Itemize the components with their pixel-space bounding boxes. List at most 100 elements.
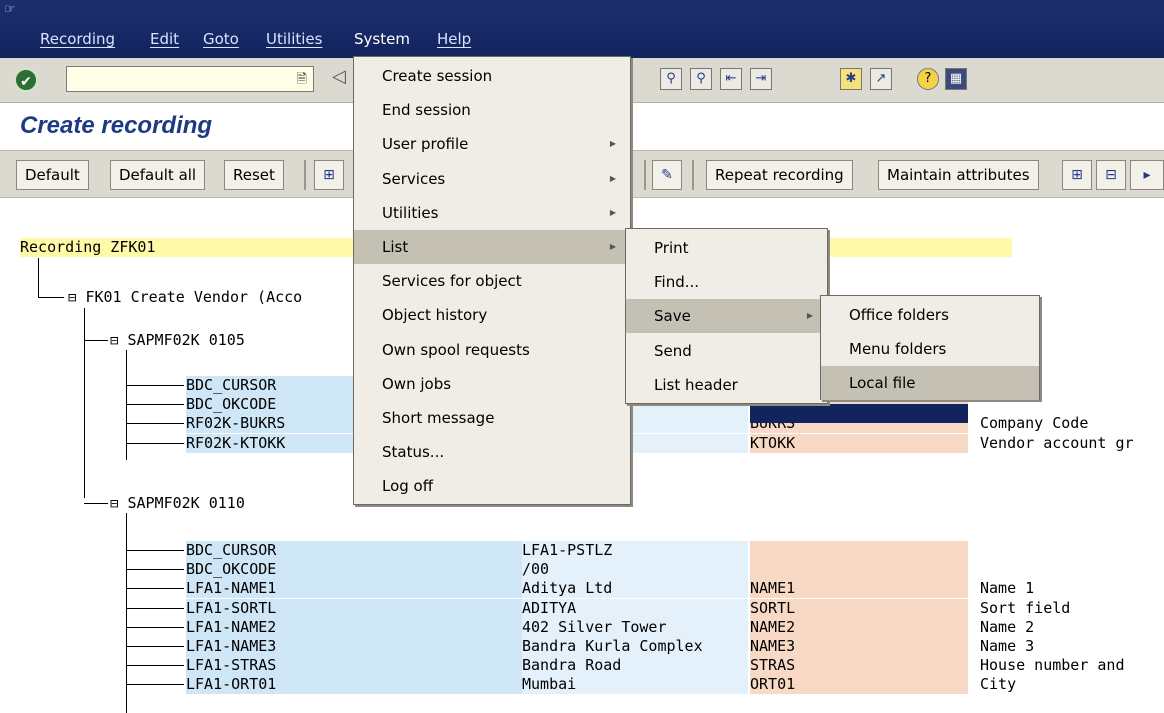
field-name: BDC_CURSOR bbox=[186, 541, 522, 560]
menu-item-label: Log off bbox=[382, 477, 434, 496]
expand-icon[interactable]: ⊞ bbox=[1062, 160, 1092, 190]
menu-item-short-message[interactable]: Short message bbox=[354, 401, 630, 435]
tree-line bbox=[126, 423, 184, 425]
field-name: LFA1-NAME1 bbox=[186, 579, 522, 599]
field-value[interactable]: LFA1-PSTLZ bbox=[522, 541, 748, 560]
submenu-arrow-icon: ▶ bbox=[609, 139, 616, 149]
field-key: STRAS bbox=[750, 656, 968, 676]
menu-item-list-header[interactable]: List header bbox=[626, 368, 827, 402]
shortcut-icon[interactable]: ↗ bbox=[870, 68, 892, 90]
menu-utilities[interactable]: Utilities bbox=[266, 30, 322, 48]
enter-icon[interactable]: ✔ bbox=[14, 68, 38, 92]
default-all-button[interactable]: Default all bbox=[110, 160, 206, 190]
menu-item-office-folders[interactable]: Office folders bbox=[821, 298, 1039, 332]
new-session-icon[interactable]: ✱ bbox=[840, 68, 862, 90]
field-key: NAME2 bbox=[750, 617, 968, 637]
first-page-icon[interactable]: ⇤ bbox=[720, 68, 742, 90]
menu-goto[interactable]: Goto bbox=[203, 30, 239, 48]
menu-system[interactable]: System bbox=[354, 30, 410, 48]
menu-item-label: End session bbox=[382, 101, 471, 120]
default-button[interactable]: Default bbox=[16, 160, 89, 190]
menu-item-label: Services for object bbox=[382, 272, 522, 291]
save-icon[interactable]: 🗎 bbox=[297, 70, 307, 92]
last-page-icon[interactable]: ⇥ bbox=[750, 68, 772, 90]
field-value[interactable]: Mumbai bbox=[522, 675, 748, 695]
field-value[interactable]: Bandra Kurla Complex bbox=[522, 637, 748, 656]
menu-item-label: Object history bbox=[382, 306, 488, 325]
field-value[interactable]: ADITYA bbox=[522, 598, 748, 618]
menu-edit[interactable]: Edit bbox=[150, 30, 179, 48]
screen-node[interactable]: ⊟ SAPMF02K 0110 bbox=[110, 494, 245, 513]
selected-cell bbox=[750, 404, 968, 423]
menu-item-end-session[interactable]: End session bbox=[354, 93, 630, 127]
command-field[interactable]: 🗎 bbox=[66, 66, 314, 92]
layout-icon[interactable]: ▦ bbox=[945, 68, 967, 90]
tree-line bbox=[126, 626, 184, 628]
menu-item-label: Short message bbox=[382, 409, 495, 427]
menu-item-save[interactable]: Save ▶ bbox=[626, 299, 827, 334]
field-value[interactable]: /00 bbox=[522, 560, 748, 580]
menu-item-log-off[interactable]: Log off bbox=[354, 469, 630, 503]
field-description: Company Code bbox=[980, 414, 1089, 433]
tree-line bbox=[126, 385, 184, 386]
system-menu-icon[interactable]: ☞ bbox=[4, 2, 20, 18]
folder-open-icon: ⊟ bbox=[110, 333, 119, 349]
back-icon[interactable]: ◁ bbox=[332, 66, 346, 87]
menu-item-send[interactable]: Send bbox=[626, 334, 827, 368]
field-key: NAME1 bbox=[750, 579, 968, 599]
menu-item-label: Services bbox=[382, 169, 446, 188]
field-name: LFA1-ORT01 bbox=[186, 675, 522, 695]
repeat-recording-button[interactable]: Repeat recording bbox=[706, 160, 853, 190]
transaction-label: FK01 Create Vendor (Acco bbox=[85, 288, 303, 306]
submenu-arrow-icon: ▶ bbox=[806, 311, 813, 321]
menu-bar: ☞ Recording Edit Goto Utilities System H… bbox=[0, 0, 1164, 58]
menu-recording[interactable]: Recording bbox=[40, 30, 115, 48]
menu-item-own-jobs[interactable]: Own jobs bbox=[354, 367, 630, 401]
tree-line bbox=[126, 607, 184, 609]
field-value[interactable]: Bandra Road bbox=[522, 656, 748, 676]
help-icon[interactable]: ? bbox=[917, 68, 939, 90]
menu-item-object-history[interactable]: Object history bbox=[354, 298, 630, 332]
menu-item-print[interactable]: Print bbox=[626, 231, 827, 265]
tree-line bbox=[38, 258, 39, 298]
menu-item-label: Utilities bbox=[382, 203, 439, 222]
field-description: Name 3 bbox=[980, 637, 1035, 655]
tree-line bbox=[126, 684, 184, 686]
system-menu: Create session End session User profile ▶ Se… bbox=[353, 56, 631, 505]
edit-icon[interactable]: ✎ bbox=[652, 160, 682, 190]
field-key: NAME3 bbox=[750, 637, 968, 656]
field-value[interactable]: 402 Silver Tower bbox=[522, 617, 748, 637]
tree-line bbox=[126, 442, 184, 444]
reset-button[interactable]: Reset bbox=[224, 160, 284, 190]
field-description: House number and bbox=[980, 656, 1125, 675]
more-icon[interactable]: ▸ bbox=[1130, 160, 1164, 190]
transaction-node[interactable]: ⊟ FK01 Create Vendor (Acco bbox=[68, 288, 302, 307]
menu-item-find[interactable]: Find... bbox=[626, 265, 827, 299]
menu-item-local-file[interactable]: Local file bbox=[821, 366, 1039, 401]
menu-item-label: Office folders bbox=[849, 306, 949, 324]
menu-item-services[interactable]: Services ▶ bbox=[354, 162, 630, 196]
tree-line bbox=[84, 503, 108, 504]
menu-item-status[interactable]: Status... bbox=[354, 435, 630, 469]
menu-item-utilities[interactable]: Utilities ▶ bbox=[354, 196, 630, 230]
find-next-icon[interactable]: ⚲ bbox=[690, 68, 712, 90]
field-name: LFA1-NAME3 bbox=[186, 637, 522, 656]
tree-line bbox=[84, 340, 108, 341]
screen-node[interactable]: ⊟ SAPMF02K 0105 bbox=[110, 331, 245, 350]
field-key: SORTL bbox=[750, 598, 968, 618]
menu-item-user-profile[interactable]: User profile ▶ bbox=[354, 127, 630, 161]
find-icon[interactable]: ⚲ bbox=[660, 68, 682, 90]
menu-help[interactable]: Help bbox=[437, 30, 471, 48]
insert-icon[interactable]: ⊞ bbox=[314, 160, 344, 190]
menu-item-own-spool-requests[interactable]: Own spool requests bbox=[354, 333, 630, 367]
submenu-arrow-icon: ▶ bbox=[609, 207, 616, 217]
menu-item-create-session[interactable]: Create session bbox=[354, 59, 630, 93]
menu-item-list[interactable]: List ▶ bbox=[354, 230, 630, 264]
field-name: LFA1-SORTL bbox=[186, 598, 522, 618]
tree-line bbox=[126, 588, 184, 590]
menu-item-services-for-object[interactable]: Services for object bbox=[354, 264, 630, 298]
maintain-attributes-button[interactable]: Maintain attributes bbox=[878, 160, 1039, 190]
collapse-icon[interactable]: ⊟ bbox=[1096, 160, 1126, 190]
field-value[interactable]: Aditya Ltd bbox=[522, 579, 748, 599]
menu-item-menu-folders[interactable]: Menu folders bbox=[821, 332, 1039, 366]
